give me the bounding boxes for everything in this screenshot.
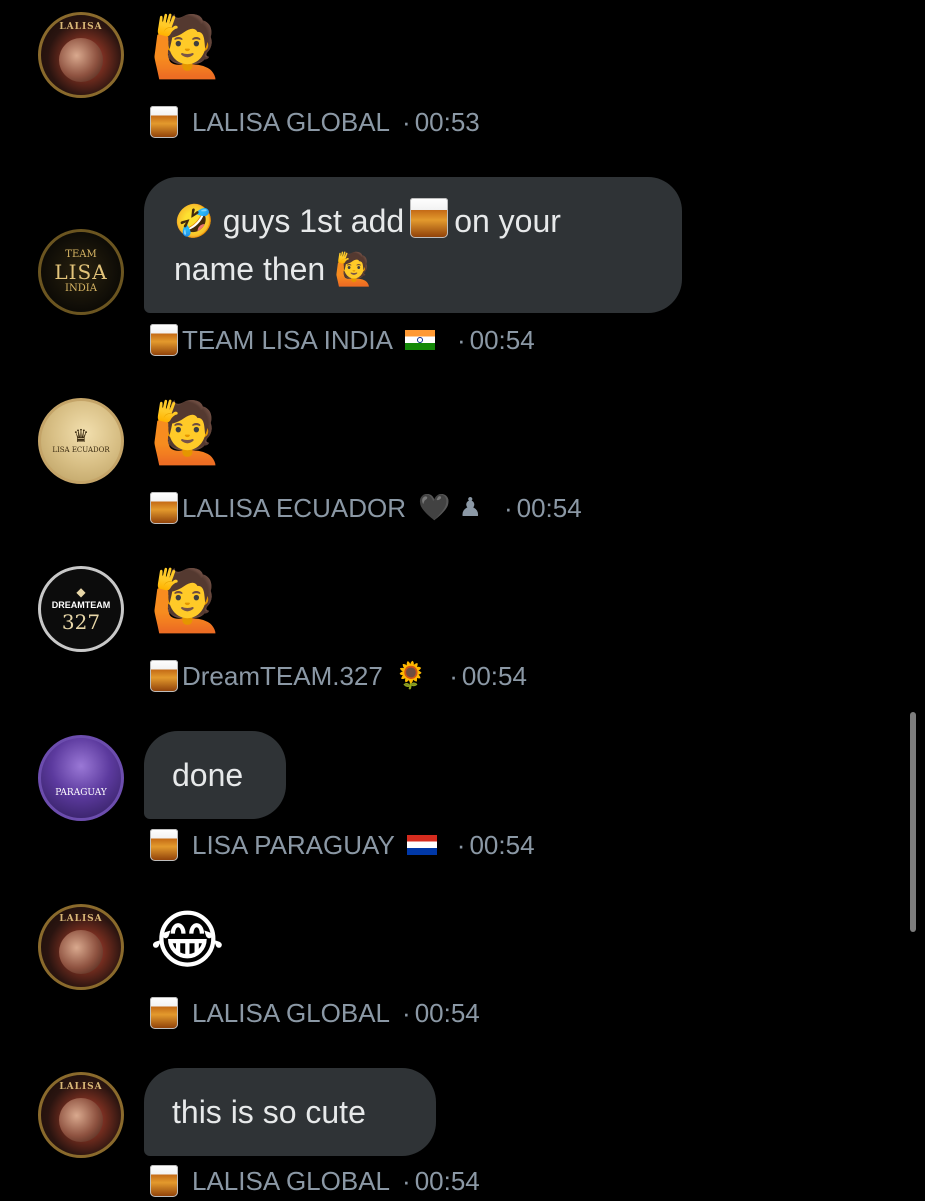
whisky-glass-icon [410, 198, 449, 238]
emoji-message[interactable]: 😂 [150, 906, 225, 976]
message-time: 00:54 [414, 1165, 480, 1196]
separator-dot: · [456, 324, 466, 355]
cat-logo-icon: ◆ [76, 585, 86, 599]
message-meta: LALISA ECUADOR 🖤 ♟ · 00:54 [150, 488, 582, 528]
avatar[interactable]: ◆ DREAMTEAM 327 [38, 566, 124, 652]
message-time: 00:53 [414, 106, 480, 137]
avatar-photo [59, 930, 103, 974]
avatar-photo [59, 1098, 103, 1142]
message-time: 00:54 [469, 829, 535, 860]
whisky-glass-icon [150, 660, 178, 692]
message-time: 00:54 [469, 324, 535, 355]
emoji-message[interactable]: 🙋 [150, 12, 225, 82]
message-text-part: 🤣 guys 1st add [174, 203, 405, 239]
sender-name[interactable]: DreamTEAM.327 [182, 661, 383, 692]
separator-dot: · [456, 829, 466, 860]
message-meta: TEAM LISA INDIA · 00:54 [150, 320, 535, 360]
message-meta: LALISA GLOBAL · 00:54 [150, 1161, 480, 1201]
separator-dot: · [402, 1165, 411, 1196]
message-bubble[interactable]: 🤣 guys 1st add on your name then 🙋 [144, 177, 682, 313]
sender-name[interactable]: LISA PARAGUAY [192, 830, 395, 861]
whisky-glass-icon [150, 492, 178, 524]
avatar[interactable]: TEAM LISA INDIA [38, 229, 124, 315]
message-meta: DreamTEAM.327 🌻 · 00:54 [150, 656, 527, 696]
message-time: 00:54 [516, 492, 582, 523]
message-meta: LALISA GLOBAL · 00:53 [150, 102, 480, 142]
whisky-glass-icon [150, 1165, 178, 1197]
message-time: 00:54 [461, 660, 527, 691]
avatar[interactable]: LALISA [38, 12, 124, 98]
message-bubble[interactable]: this is so cute [144, 1068, 436, 1156]
message-text-part: on your [454, 203, 561, 239]
separator-dot: · [503, 492, 513, 523]
sender-name[interactable]: LALISA GLOBAL [192, 107, 390, 138]
message-text: this is so cute [172, 1094, 366, 1130]
avatar[interactable]: LALISA [38, 1072, 124, 1158]
avatar[interactable]: ♛ LISA ECUADOR [38, 398, 124, 484]
india-flag-icon [404, 330, 435, 350]
message-meta: LISA PARAGUAY · 00:54 [150, 825, 535, 865]
separator-dot: · [402, 106, 411, 137]
sender-name[interactable]: LALISA ECUADOR [182, 493, 406, 524]
sender-name[interactable]: LALISA GLOBAL [192, 998, 390, 1029]
whisky-glass-icon [150, 829, 178, 861]
message-time: 00:54 [414, 997, 480, 1028]
message-meta: LALISA GLOBAL · 00:54 [150, 993, 480, 1033]
scrollbar[interactable] [910, 712, 916, 932]
avatar[interactable]: LALISA [38, 904, 124, 990]
sunflower-icon: 🌻 [394, 661, 428, 691]
heart-and-pawn-icon: 🖤 ♟ [417, 493, 482, 523]
sender-name[interactable]: TEAM LISA INDIA [182, 325, 393, 356]
emoji-message[interactable]: 🙋 [150, 566, 225, 636]
whisky-glass-icon [150, 997, 178, 1029]
crown-icon: ♛ [72, 426, 90, 447]
whisky-glass-icon [150, 324, 178, 356]
message-text: done [172, 757, 244, 793]
whisky-glass-icon [150, 106, 178, 138]
message-bubble[interactable]: done [144, 731, 286, 819]
avatar-photo [59, 38, 103, 82]
avatar[interactable]: PARAGUAY [38, 735, 124, 821]
separator-dot: · [449, 660, 458, 691]
separator-dot: · [402, 997, 411, 1028]
emoji-message[interactable]: 🙋 [150, 398, 225, 468]
sender-name[interactable]: LALISA GLOBAL [192, 1166, 390, 1197]
paraguay-flag-icon [406, 835, 437, 855]
message-text-part: name then 🙋 [174, 251, 374, 287]
